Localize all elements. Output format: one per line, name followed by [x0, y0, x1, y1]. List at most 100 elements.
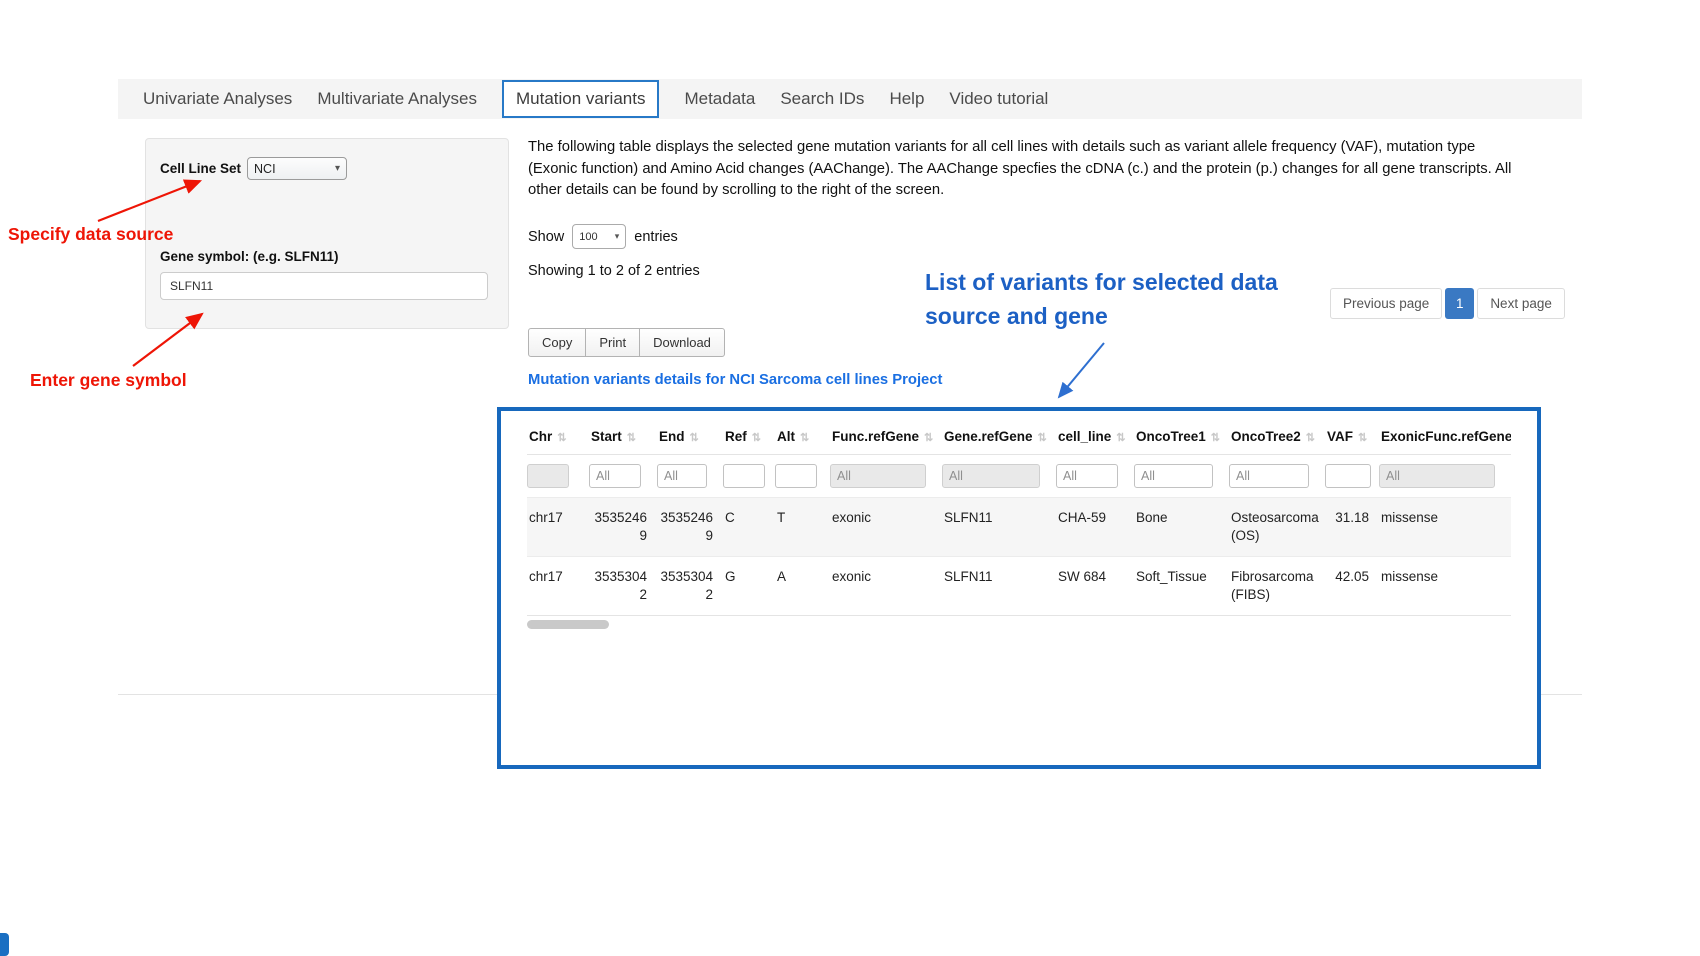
- show-label: Show: [528, 229, 564, 245]
- cell-end: 35353042: [657, 557, 723, 616]
- cell-exonicfunc-refgene: missense: [1379, 557, 1511, 616]
- filter-start[interactable]: [589, 464, 641, 488]
- column-header-gene-refgene[interactable]: Gene.refGene ⇅: [942, 423, 1056, 455]
- cell-chr: chr17: [527, 557, 589, 616]
- cell-line-set-label: Cell Line Set: [160, 161, 241, 176]
- cell-func-refgene: exonic: [830, 498, 942, 557]
- filter-gene-refgene[interactable]: [942, 464, 1040, 488]
- tab-help[interactable]: Help: [889, 82, 924, 116]
- cell-start: 35353042: [589, 557, 657, 616]
- sort-icon: ⇅: [800, 432, 809, 444]
- horizontal-scrollbar-thumb[interactable]: [527, 620, 609, 629]
- filter-ref[interactable]: [723, 464, 765, 488]
- annotation-enter-gene-symbol: Enter gene symbol: [30, 370, 187, 391]
- tab-metadata[interactable]: Metadata: [684, 82, 755, 116]
- column-label: VAF: [1327, 429, 1353, 444]
- sort-icon: ⇅: [627, 432, 636, 444]
- cell-line-set-select[interactable]: NCI ▾: [247, 157, 347, 180]
- tab-video-tutorial[interactable]: Video tutorial: [949, 82, 1048, 116]
- cell-start: 35352469: [589, 498, 657, 557]
- filter-oncotree2[interactable]: [1229, 464, 1309, 488]
- cell-ref: C: [723, 498, 775, 557]
- column-header-alt[interactable]: Alt⇅: [775, 423, 830, 455]
- cell-vaf: 31.18: [1325, 498, 1379, 557]
- cell-exonicfunc-refgene: missense: [1379, 498, 1511, 557]
- print-button[interactable]: Print: [585, 328, 640, 357]
- column-header-ref[interactable]: Ref⇅: [723, 423, 775, 455]
- export-buttons: CopyPrintDownload: [528, 328, 725, 357]
- column-header-vaf[interactable]: VAF ⇅: [1325, 423, 1379, 455]
- tab-mutation-variants[interactable]: Mutation variants: [502, 80, 659, 118]
- cell-oncotree1: Bone: [1134, 498, 1229, 557]
- filter-end[interactable]: [657, 464, 707, 488]
- control-panel: Cell Line Set NCI ▾ Gene symbol: (e.g. S…: [145, 138, 509, 329]
- tab-multivariate-analyses[interactable]: Multivariate Analyses: [317, 82, 477, 116]
- column-label: cell_line: [1058, 429, 1111, 444]
- table-row[interactable]: chr173535246935352469CTexonicSLFN11CHA-5…: [527, 498, 1511, 557]
- chevron-down-icon: ▾: [615, 231, 620, 242]
- table-title: Mutation variants details for NCI Sarcom…: [528, 372, 942, 388]
- sort-icon: ⇅: [1211, 432, 1220, 444]
- copy-button[interactable]: Copy: [528, 328, 586, 357]
- next-page-button[interactable]: Next page: [1477, 288, 1565, 319]
- chevron-down-icon: ▾: [335, 164, 340, 174]
- variants-table: Chr⇅Start⇅End⇅Ref⇅Alt⇅Func.refGene⇅Gene.…: [527, 423, 1511, 616]
- filter-cell-line[interactable]: [1056, 464, 1118, 488]
- column-header-oncotree2[interactable]: OncoTree2⇅: [1229, 423, 1325, 455]
- annotation-variants-list-line2: source and gene: [925, 299, 1278, 333]
- table-description: The following table displays the selecte…: [528, 137, 1528, 202]
- sort-icon: ⇅: [557, 432, 566, 444]
- cell-cell-line: SW 684: [1056, 557, 1134, 616]
- corner-mark: [0, 933, 9, 956]
- filter-vaf[interactable]: [1325, 464, 1371, 488]
- sort-icon: ⇅: [924, 432, 933, 444]
- showing-entries-info: Showing 1 to 2 of 2 entries: [528, 263, 700, 279]
- annotation-specify-data-source: Specify data source: [8, 224, 173, 245]
- sort-icon: ⇅: [1038, 432, 1047, 444]
- cell-ref: G: [723, 557, 775, 616]
- cell-oncotree2: Fibrosarcoma (FIBS): [1229, 557, 1325, 616]
- column-header-start[interactable]: Start⇅: [589, 423, 657, 455]
- filter-chr[interactable]: [527, 464, 569, 488]
- cell-line-set-value: NCI: [254, 162, 276, 176]
- cell-func-refgene: exonic: [830, 557, 942, 616]
- filter-alt[interactable]: [775, 464, 817, 488]
- filter-exonicfunc-refgene[interactable]: [1379, 464, 1495, 488]
- table-header-row: Chr⇅Start⇅End⇅Ref⇅Alt⇅Func.refGene⇅Gene.…: [527, 423, 1511, 455]
- top-navbar: Univariate Analyses Multivariate Analyses…: [118, 79, 1582, 119]
- sort-icon: ⇅: [1116, 432, 1125, 444]
- tab-search-ids[interactable]: Search IDs: [780, 82, 864, 116]
- page-length-row: Show 100 ▾ entries: [528, 224, 678, 249]
- filter-func-refgene[interactable]: [830, 464, 926, 488]
- column-label: End: [659, 429, 685, 444]
- tab-univariate-analyses[interactable]: Univariate Analyses: [143, 82, 292, 116]
- nav-tabs: Univariate Analyses Multivariate Analyses…: [118, 79, 1048, 119]
- page-length-select[interactable]: 100 ▾: [572, 224, 626, 249]
- current-page-button[interactable]: 1: [1445, 288, 1474, 319]
- cell-end: 35352469: [657, 498, 723, 557]
- column-label: Chr: [529, 429, 552, 444]
- column-header-exonicfunc-refgene[interactable]: ExonicFunc.refGene⇅: [1379, 423, 1511, 455]
- table-row[interactable]: chr173535304235353042GAexonicSLFN11SW 68…: [527, 557, 1511, 616]
- column-label: ExonicFunc.refGene: [1381, 429, 1511, 444]
- column-label: Func.refGene: [832, 429, 919, 444]
- column-header-func-refgene[interactable]: Func.refGene ⇅: [830, 423, 942, 455]
- column-header-cell-line[interactable]: cell_line ⇅: [1056, 423, 1134, 455]
- cell-vaf: 42.05: [1325, 557, 1379, 616]
- annotation-variants-list-line1: List of variants for selected data: [925, 265, 1278, 299]
- cell-oncotree1: Soft_Tissue: [1134, 557, 1229, 616]
- cell-alt: T: [775, 498, 830, 557]
- column-label: Gene.refGene: [944, 429, 1033, 444]
- column-label: OncoTree2: [1231, 429, 1301, 444]
- sort-icon: ⇅: [1358, 432, 1367, 444]
- column-header-end[interactable]: End⇅: [657, 423, 723, 455]
- gene-symbol-input[interactable]: [160, 272, 488, 300]
- filter-oncotree1[interactable]: [1134, 464, 1213, 488]
- previous-page-button[interactable]: Previous page: [1330, 288, 1442, 319]
- download-button[interactable]: Download: [639, 328, 725, 357]
- column-header-chr[interactable]: Chr ⇅: [527, 423, 589, 455]
- column-header-oncotree1[interactable]: OncoTree1⇅: [1134, 423, 1229, 455]
- table-body: chr173535246935352469CTexonicSLFN11CHA-5…: [527, 498, 1511, 616]
- cell-gene-refgene: SLFN11: [942, 557, 1056, 616]
- cell-alt: A: [775, 557, 830, 616]
